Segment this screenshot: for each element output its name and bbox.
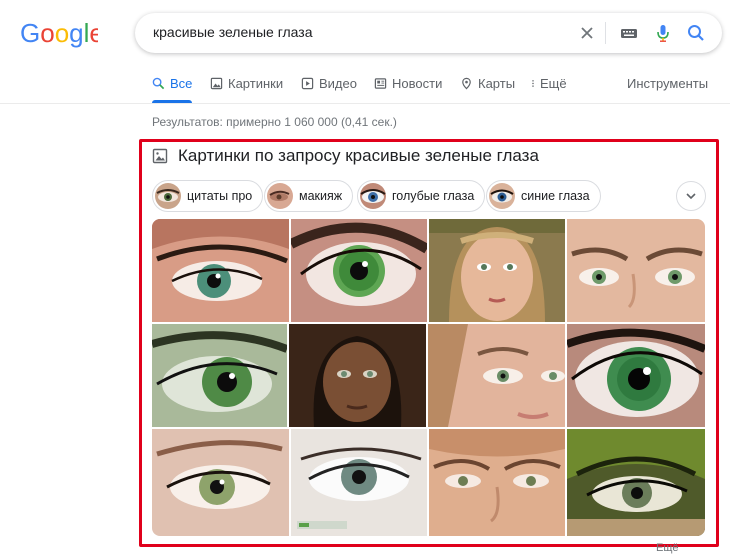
- chips-expand-button[interactable]: [676, 181, 706, 211]
- chip-label: макияж: [299, 189, 343, 203]
- chip-label: цитаты про: [187, 189, 253, 203]
- chip-thumbnail: [155, 183, 181, 209]
- images-block-title[interactable]: Картинки по запросу красивые зеленые гла…: [152, 146, 539, 166]
- chip-thumbnail: [360, 183, 386, 209]
- chevron-down-icon: [686, 193, 696, 200]
- tab-label: Картинки: [228, 76, 284, 91]
- image-icon: [210, 77, 223, 90]
- chip-thumbnail: [489, 183, 515, 209]
- keyboard-icon[interactable]: [619, 23, 639, 43]
- search-input[interactable]: красивые зеленые глаза: [153, 24, 313, 40]
- chip-blue-eyes[interactable]: голубые глаза: [357, 180, 486, 212]
- map-pin-icon: [462, 77, 471, 90]
- svg-text:Google: Google: [20, 18, 98, 48]
- search-icon[interactable]: [686, 23, 706, 43]
- image-grid: [152, 219, 705, 536]
- image-result[interactable]: [291, 429, 427, 536]
- chip-label: голубые глаза: [392, 189, 475, 203]
- more-images-link[interactable]: Ещё: [656, 542, 679, 554]
- image-result[interactable]: [567, 429, 705, 536]
- clear-icon[interactable]: [577, 23, 597, 43]
- tab-maps[interactable]: Карты: [460, 76, 515, 91]
- tab-all[interactable]: Все: [152, 76, 192, 91]
- tab-label: Новости: [392, 76, 443, 91]
- chip-makeup[interactable]: макияж: [264, 180, 354, 212]
- tab-more[interactable]: Ещё: [529, 76, 567, 91]
- tools-button[interactable]: Инструменты: [627, 76, 708, 91]
- search-icon: [152, 77, 165, 90]
- chip-quotes[interactable]: цитаты про: [152, 180, 264, 212]
- header-divider: [0, 103, 730, 104]
- chip-thumbnail: [267, 183, 293, 209]
- tab-news[interactable]: Новости: [374, 76, 442, 91]
- search-divider: [605, 22, 606, 44]
- images-title-text: Картинки по запросу красивые зеленые гла…: [178, 146, 539, 165]
- more-vert-icon: [532, 80, 534, 87]
- results-count: Результатов: примерно 1 060 000 (0,41 се…: [152, 115, 397, 129]
- image-result[interactable]: [567, 324, 705, 427]
- image-result[interactable]: [567, 219, 705, 322]
- news-icon: [374, 78, 387, 89]
- image-result[interactable]: [152, 429, 289, 536]
- image-result[interactable]: [152, 324, 287, 427]
- search-box[interactable]: красивые зеленые глаза: [135, 13, 722, 53]
- video-icon: [301, 77, 314, 90]
- tab-video[interactable]: Видео: [301, 76, 357, 91]
- tab-label: Карты: [478, 76, 516, 91]
- image-result[interactable]: [428, 324, 565, 427]
- image-result[interactable]: [429, 219, 565, 322]
- tab-images[interactable]: Картинки: [210, 76, 283, 91]
- image-result[interactable]: [152, 219, 289, 322]
- tab-label: Все: [170, 76, 193, 91]
- mic-icon[interactable]: [653, 23, 673, 43]
- tab-label: Ещё: [540, 76, 567, 91]
- chip-label: синие глаза: [521, 189, 590, 203]
- image-result[interactable]: [291, 219, 427, 322]
- image-result[interactable]: [289, 324, 426, 427]
- tab-label: Видео: [319, 76, 357, 91]
- image-result[interactable]: [429, 429, 565, 536]
- chip-dark-blue-eyes[interactable]: синие глаза: [486, 180, 601, 212]
- image-icon: [152, 148, 168, 164]
- google-logo[interactable]: Google: [20, 18, 98, 48]
